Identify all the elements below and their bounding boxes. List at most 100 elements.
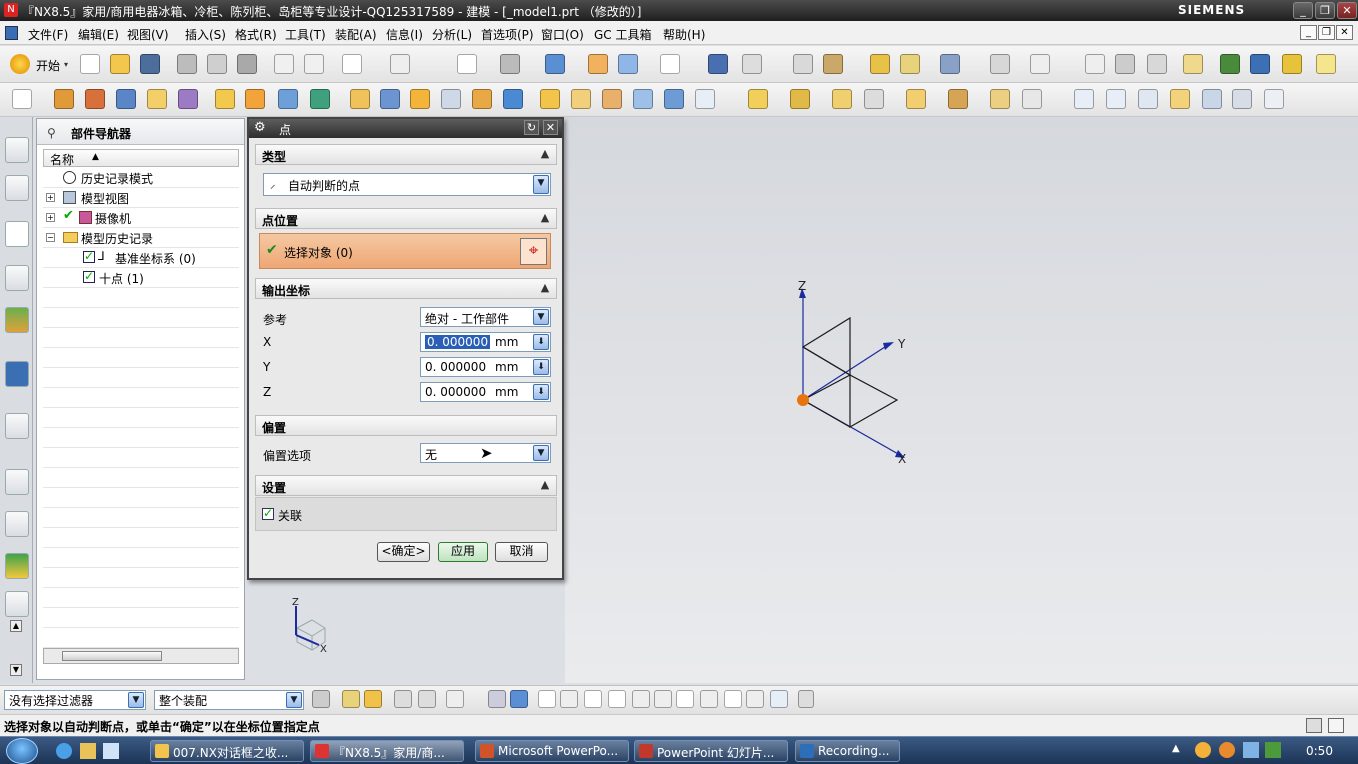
full-screen-icon[interactable] bbox=[1306, 718, 1322, 733]
menu-format[interactable]: 格式(R) bbox=[235, 26, 277, 43]
scroll-down-button[interactable]: ▼ bbox=[10, 664, 22, 676]
tangent-snap-icon[interactable] bbox=[632, 690, 650, 708]
chevron-down-icon[interactable]: ▼ bbox=[533, 309, 549, 325]
view-cube-icon[interactable] bbox=[488, 690, 506, 708]
select-feature-icon[interactable] bbox=[394, 690, 412, 708]
tree-row-model-history[interactable]: − 模型历史记录 bbox=[43, 228, 239, 248]
menu-analysis[interactable]: 分析(L) bbox=[432, 26, 472, 43]
expand-icon[interactable]: + bbox=[46, 193, 55, 202]
origin-point[interactable] bbox=[797, 394, 809, 406]
swept-icon[interactable] bbox=[602, 89, 622, 109]
section-settings[interactable]: 设置 ▲ bbox=[255, 475, 557, 496]
dialog-close-icon[interactable]: ✕ bbox=[543, 120, 558, 135]
column-header-name[interactable]: 名称 ▲ bbox=[43, 149, 239, 167]
follow-selection-icon[interactable] bbox=[342, 690, 360, 708]
rotate-view-icon[interactable] bbox=[500, 54, 520, 74]
point-snap-icon[interactable] bbox=[724, 690, 742, 708]
doc-minimize-button[interactable]: _ bbox=[1300, 25, 1317, 40]
menu-assembly[interactable]: 装配(A) bbox=[335, 26, 377, 43]
menu-view[interactable]: 视图(V) bbox=[127, 26, 169, 43]
trim-body-icon[interactable] bbox=[178, 89, 198, 109]
selection-scope-dropdown[interactable]: 整个装配 ▼ bbox=[154, 690, 304, 710]
menu-window[interactable]: 窗口(O) bbox=[541, 26, 584, 43]
fit-view-icon[interactable] bbox=[457, 54, 477, 74]
scroll-up-button[interactable]: ▲ bbox=[10, 620, 22, 632]
surface-icon[interactable] bbox=[633, 89, 653, 109]
maximize-graphics-icon[interactable] bbox=[1328, 718, 1344, 733]
cut-icon[interactable] bbox=[177, 54, 197, 74]
menu-file[interactable]: 文件(F) bbox=[28, 26, 68, 43]
solid-icon[interactable] bbox=[695, 89, 715, 109]
save-icon[interactable] bbox=[140, 54, 160, 74]
bounded-plane-icon[interactable] bbox=[1138, 89, 1158, 109]
sweep-icon[interactable] bbox=[571, 89, 591, 109]
rectangle-select-icon[interactable] bbox=[446, 690, 464, 708]
ruled-icon[interactable] bbox=[1264, 89, 1284, 109]
datum-csys-icon[interactable] bbox=[748, 89, 768, 109]
doc-close-button[interactable]: ✕ bbox=[1336, 25, 1353, 40]
background-icon[interactable] bbox=[660, 54, 680, 74]
layer-icon[interactable] bbox=[742, 54, 762, 74]
menu-help[interactable]: 帮助(H) bbox=[663, 26, 705, 43]
plane-icon[interactable] bbox=[147, 89, 167, 109]
security-icon[interactable] bbox=[1265, 742, 1281, 758]
section-output-coordinates[interactable]: 输出坐标 ▲ bbox=[255, 278, 557, 299]
measure-icon[interactable] bbox=[793, 54, 813, 74]
taskbar-item-folder[interactable]: 007.NX对话框之收... bbox=[150, 740, 304, 762]
arc-icon[interactable] bbox=[906, 89, 926, 109]
chevron-down-icon[interactable]: ▼ bbox=[286, 692, 302, 708]
n-sided-icon[interactable] bbox=[1170, 89, 1190, 109]
copy-icon[interactable] bbox=[207, 54, 227, 74]
draft-icon[interactable] bbox=[441, 89, 461, 109]
offset-face-icon[interactable] bbox=[472, 89, 492, 109]
collapse-chevron-icon[interactable]: ▲ bbox=[537, 210, 553, 226]
info-icon[interactable] bbox=[5, 361, 29, 387]
section-type[interactable]: 类型 ▲ bbox=[255, 144, 557, 165]
spline-icon[interactable] bbox=[948, 89, 968, 109]
section-offset[interactable]: 偏置 bbox=[255, 415, 557, 436]
shaded-view-icon[interactable] bbox=[545, 54, 565, 74]
snap-point-icon[interactable] bbox=[342, 54, 362, 74]
redo-icon[interactable] bbox=[304, 54, 324, 74]
dimension-icon[interactable] bbox=[990, 54, 1010, 74]
ruler-icon[interactable] bbox=[1030, 54, 1050, 74]
graphics-viewport[interactable]: Z Y X bbox=[565, 117, 1358, 683]
menu-tools[interactable]: 工具(T) bbox=[285, 26, 326, 43]
type-filter-dropdown[interactable]: 没有选择过滤器 ▼ bbox=[4, 690, 146, 710]
mesh-surface-icon[interactable] bbox=[1106, 89, 1126, 109]
associative-checkbox[interactable] bbox=[262, 506, 274, 520]
start-button[interactable]: 开始 bbox=[36, 57, 60, 74]
assembly-navigator-icon[interactable] bbox=[5, 137, 29, 163]
snap-icon[interactable] bbox=[870, 54, 890, 74]
pattern-icon[interactable] bbox=[245, 89, 265, 109]
tree-row-cameras[interactable]: + ✔ 摄像机 bbox=[43, 208, 239, 228]
scroll-thumb[interactable] bbox=[62, 651, 162, 661]
x-options-icon[interactable]: ⬇ bbox=[533, 334, 549, 350]
network-icon[interactable] bbox=[1243, 742, 1259, 758]
collapse-chevron-icon[interactable]: ▲ bbox=[537, 280, 553, 296]
y-coordinate-field[interactable]: 0. 000000 mm ⬇ bbox=[420, 357, 551, 377]
paint-icon[interactable] bbox=[1220, 54, 1240, 74]
perpendicular-snap-icon[interactable] bbox=[654, 690, 672, 708]
section-point-location[interactable]: 点位置 ▲ bbox=[255, 208, 557, 229]
paste-icon[interactable] bbox=[237, 54, 257, 74]
apply-button[interactable]: 应用 bbox=[438, 542, 488, 562]
menu-insert[interactable]: 插入(S) bbox=[185, 26, 226, 43]
studio-icon[interactable] bbox=[1202, 89, 1222, 109]
unite-icon[interactable] bbox=[278, 89, 298, 109]
menu-edit[interactable]: 编辑(E) bbox=[78, 26, 119, 43]
filter-settings-icon[interactable] bbox=[312, 690, 330, 708]
type-dropdown[interactable]: ⸝ 自动判断的点 ▼ bbox=[263, 173, 551, 196]
revolve-icon[interactable] bbox=[85, 89, 105, 109]
chamfer-icon[interactable] bbox=[380, 89, 400, 109]
ie-icon[interactable] bbox=[56, 743, 72, 759]
minimize-button[interactable]: _ bbox=[1293, 2, 1313, 19]
expand-icon[interactable]: + bbox=[46, 213, 55, 222]
table-icon[interactable] bbox=[1147, 54, 1167, 74]
text-curve-icon[interactable] bbox=[1022, 89, 1042, 109]
new-file-icon[interactable] bbox=[80, 54, 100, 74]
menu-information[interactable]: 信息(I) bbox=[386, 26, 423, 43]
explorer-icon[interactable] bbox=[80, 743, 96, 759]
thicken-icon[interactable] bbox=[540, 89, 560, 109]
curve-icon[interactable] bbox=[832, 89, 852, 109]
